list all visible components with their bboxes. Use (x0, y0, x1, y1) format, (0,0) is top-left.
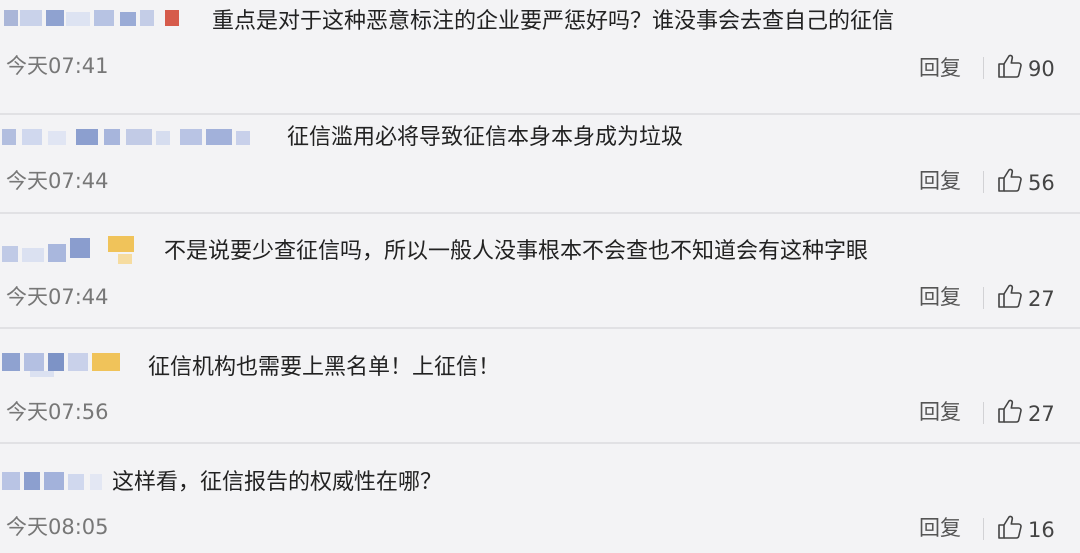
comment-timestamp: 今天08:05 (6, 515, 109, 539)
comment-timestamp: 今天07:44 (6, 169, 109, 193)
thumbs-up-icon (998, 515, 1022, 539)
comment-text: 征信滥用必将导致征信本身本身成为垃圾 (287, 125, 684, 150)
thumbs-up-icon (998, 54, 1022, 78)
thumbs-up-icon (998, 399, 1022, 423)
reply-button[interactable]: 回复 (919, 514, 961, 542)
comment-item: 征信滥用必将导致征信本身本身成为垃圾 今天07:44 回复 56 (0, 99, 1080, 214)
action-divider (983, 171, 984, 193)
comment-text: 不是说要少查征信吗，所以一般人没事根本不会查也不知道会有这种字眼 (164, 239, 869, 264)
comment-text: 征信机构也需要上黑名单！上征信！ (148, 355, 501, 380)
comment-timestamp: 今天07:41 (6, 54, 109, 78)
comment-item: 这样看，征信报告的权威性在哪？ 今天08:05 回复 16 (0, 444, 1080, 553)
action-divider (983, 287, 984, 309)
like-count: 16 (1028, 518, 1055, 542)
action-divider (983, 57, 984, 79)
reply-button[interactable]: 回复 (919, 283, 961, 311)
comment-item: 重点是对于这种恶意标注的企业要严惩好吗？谁没事会去查自己的征信 今天07:41 … (0, 0, 1080, 115)
action-divider (983, 402, 984, 424)
comment-list: 重点是对于这种恶意标注的企业要严惩好吗？谁没事会去查自己的征信 今天07:41 … (0, 0, 1080, 553)
comment-text: 这样看，征信报告的权威性在哪？ (112, 470, 443, 495)
comment-text: 重点是对于这种恶意标注的企业要严惩好吗？谁没事会去查自己的征信 (212, 9, 895, 34)
like-count: 27 (1028, 287, 1055, 311)
action-divider (983, 518, 984, 540)
like-count: 27 (1028, 402, 1055, 426)
like-count: 56 (1028, 171, 1055, 195)
reply-button[interactable]: 回复 (919, 167, 961, 195)
thumbs-up-icon (998, 284, 1022, 308)
like-count: 90 (1028, 57, 1055, 81)
thumbs-up-icon (998, 168, 1022, 192)
comment-item: 不是说要少查征信吗，所以一般人没事根本不会查也不知道会有这种字眼 今天07:44… (0, 214, 1080, 329)
reply-button[interactable]: 回复 (919, 54, 961, 82)
comment-timestamp: 今天07:44 (6, 285, 109, 309)
comment-item: 征信机构也需要上黑名单！上征信！ 今天07:56 回复 27 (0, 329, 1080, 444)
comment-timestamp: 今天07:56 (6, 400, 109, 424)
reply-button[interactable]: 回复 (919, 398, 961, 426)
